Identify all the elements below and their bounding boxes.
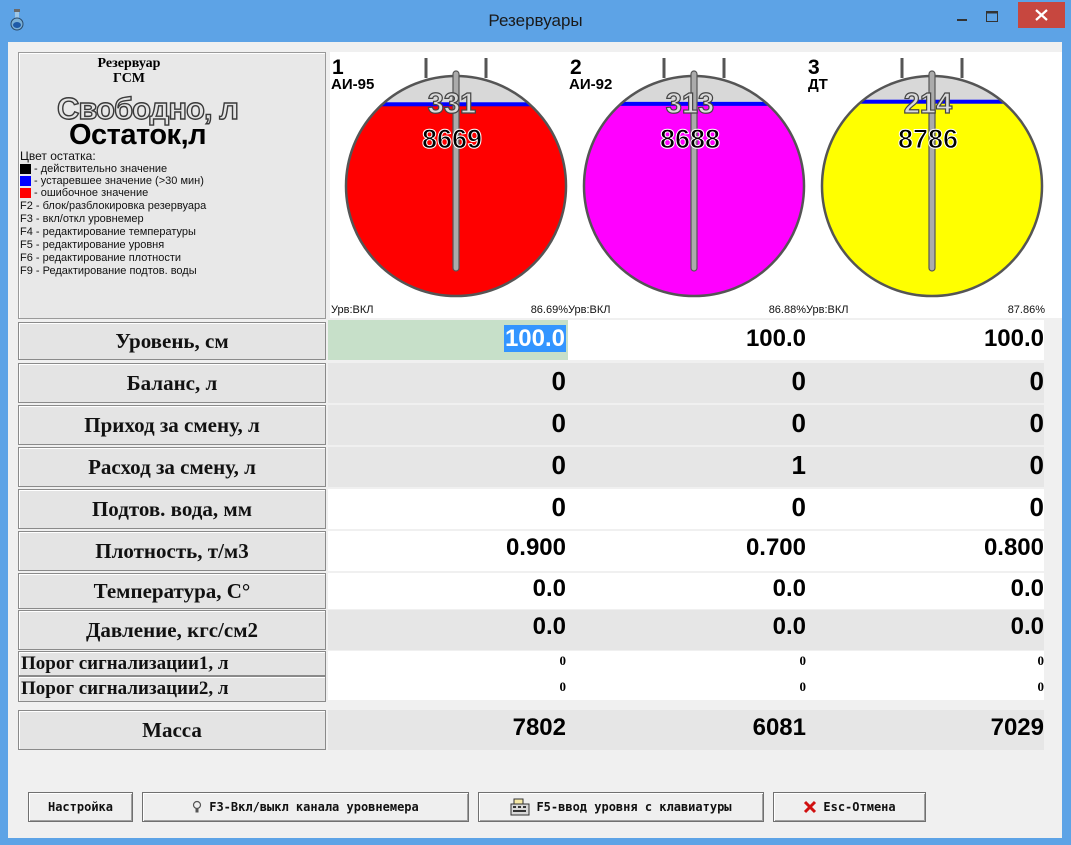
settings-button-label: Настройка xyxy=(47,800,114,814)
value-alarm1-1[interactable]: 0 xyxy=(346,653,567,669)
value-alarm2-1[interactable]: 0 xyxy=(346,679,567,695)
legend-item-error: - ошибочное значение xyxy=(34,187,149,199)
value-temperature-1[interactable]: 0.0 xyxy=(346,575,566,603)
value-density-3[interactable]: 0.800 xyxy=(824,534,1044,562)
title-bar[interactable]: Резервуары xyxy=(0,0,1071,42)
hotkey-f4: F4 - редактирование температуры xyxy=(20,226,196,238)
tank-percent: 86.88% xyxy=(768,304,806,316)
row-label-temperature: Температура, С° xyxy=(18,573,326,609)
row-label-income: Приход за смену, л xyxy=(18,405,326,445)
value-outcome-2[interactable]: 1 xyxy=(586,450,806,481)
legend-item-valid: - действительно значение xyxy=(34,163,168,175)
hotkey-f2: F2 - блок/разблокировка резервуара xyxy=(20,200,207,212)
value-density-1[interactable]: 0.900 xyxy=(346,534,566,562)
tank-percent: 87.86% xyxy=(1007,304,1045,316)
legend-title-fuel: ГСМ xyxy=(112,71,146,86)
window: Резервуары Резервуар ГСМ Свободно, л Ост… xyxy=(0,0,1071,845)
value-pressure-3[interactable]: 0.0 xyxy=(824,613,1044,641)
f5-button-label: F5-ввод уровня с клавиатуры xyxy=(536,800,732,814)
value-level-1[interactable]: 100.0 xyxy=(346,325,566,353)
row-label-pressure: Давление, кгс/см2 xyxy=(18,610,326,650)
value-income-3[interactable]: 0 xyxy=(824,408,1044,439)
legend-swatch-red xyxy=(20,188,31,198)
value-pressure-2[interactable]: 0.0 xyxy=(586,613,806,641)
value-temperature-2[interactable]: 0.0 xyxy=(586,575,806,603)
f3-toggle-level-channel-button[interactable]: F3-Вкл/выкл канала уровнемера xyxy=(142,792,469,822)
row-label-water: Подтов. вода, мм xyxy=(18,489,326,529)
value-alarm2-2[interactable]: 0 xyxy=(586,679,807,695)
tanks-area: 1 АИ-95 331 8669 Урв:ВКЛ 86.69% 2 АИ-92 … xyxy=(330,52,1062,318)
value-level-2[interactable]: 100.0 xyxy=(586,325,806,353)
value-alarm2-3[interactable]: 0 xyxy=(824,679,1045,695)
tank-percent: 86.69% xyxy=(530,304,568,316)
tank-free-volume: 313 xyxy=(665,87,715,120)
legend-title-tank: Резервуар xyxy=(97,56,161,71)
value-outcome-3[interactable]: 0 xyxy=(824,450,1044,481)
value-pressure-1[interactable]: 0.0 xyxy=(346,613,566,641)
value-alarm1-3[interactable]: 0 xyxy=(824,653,1045,669)
f3-button-label: F3-Вкл/выкл канала уровнемера xyxy=(209,800,419,814)
row-label-outcome: Расход за смену, л xyxy=(18,447,326,487)
value-outcome-1[interactable]: 0 xyxy=(346,450,566,481)
row-label-level: Уровень, см xyxy=(18,322,326,360)
value-water-3[interactable]: 0 xyxy=(824,492,1044,523)
legend-swatch-blue xyxy=(20,176,31,186)
hotkey-f9: F9 - Редактирование подтов. воды xyxy=(20,265,197,277)
legend-item-stale: - устаревшее значение (>30 мин) xyxy=(34,175,204,187)
window-title: Резервуары xyxy=(488,11,583,30)
f5-keyboard-level-button[interactable]: F5-ввод уровня с клавиатуры xyxy=(478,792,764,822)
value-mass-1[interactable]: 7802 xyxy=(346,714,566,742)
settings-button[interactable]: Настройка xyxy=(28,792,133,822)
row-label-mass: Масса xyxy=(18,710,326,750)
hotkey-f5: F5 - редактирование уровня xyxy=(20,239,165,251)
tank-free-volume: 331 xyxy=(427,87,477,120)
value-balance-3[interactable]: 0 xyxy=(824,366,1044,397)
close-button[interactable] xyxy=(1018,2,1065,28)
tank-status: Урв:ВКЛ xyxy=(806,304,849,316)
legend-rest-label: Остаток,л xyxy=(69,119,207,151)
row-label-alarm1: Порог сигнализации1, л xyxy=(18,651,326,676)
row-label-alarm2: Порог сигнализации2, л xyxy=(18,676,326,702)
value-level-3[interactable]: 100.0 xyxy=(824,325,1044,353)
row-label-density: Плотность, т/м3 xyxy=(18,531,326,571)
tank-remaining-volume: 8688 xyxy=(659,124,721,155)
row-label-balance: Баланс, л xyxy=(18,363,326,403)
value-balance-1[interactable]: 0 xyxy=(346,366,566,397)
tank-remaining-volume: 8669 xyxy=(421,124,483,155)
tank-remaining-volume: 8786 xyxy=(897,124,959,155)
legend-color-heading: Цвет остатка: xyxy=(20,149,96,163)
esc-cancel-button[interactable]: Esc-Отмена xyxy=(773,792,926,822)
value-balance-2[interactable]: 0 xyxy=(586,366,806,397)
value-temperature-3[interactable]: 0.0 xyxy=(824,575,1044,603)
red-x-icon xyxy=(804,800,817,814)
minimize-button[interactable] xyxy=(949,6,975,28)
lightbulb-icon xyxy=(193,800,202,813)
tank-status: Урв:ВКЛ xyxy=(331,304,374,316)
hotkey-f6: F6 - редактирование плотности xyxy=(20,252,182,264)
value-water-2[interactable]: 0 xyxy=(586,492,806,523)
value-income-2[interactable]: 0 xyxy=(586,408,806,439)
value-income-1[interactable]: 0 xyxy=(346,408,566,439)
value-density-2[interactable]: 0.700 xyxy=(586,534,806,562)
esc-button-label: Esc-Отмена xyxy=(823,800,896,814)
hotkey-f3: F3 - вкл/откл уровнемер xyxy=(20,213,144,225)
legend-panel: Резервуар ГСМ Свободно, л Остаток,л Цвет… xyxy=(18,52,326,319)
value-mass-3[interactable]: 7029 xyxy=(824,714,1044,742)
value-alarm1-2[interactable]: 0 xyxy=(586,653,807,669)
tank-status: Урв:ВКЛ xyxy=(568,304,611,316)
maximize-button[interactable] xyxy=(979,6,1005,28)
tank-free-volume: 214 xyxy=(903,87,953,120)
value-water-1[interactable]: 0 xyxy=(346,492,566,523)
value-text: 100.0 xyxy=(503,325,566,352)
legend-swatch-black xyxy=(20,164,31,174)
keyboard-icon xyxy=(510,798,530,816)
value-mass-2[interactable]: 6081 xyxy=(586,714,806,742)
client-area: Резервуар ГСМ Свободно, л Остаток,л Цвет… xyxy=(8,42,1062,838)
